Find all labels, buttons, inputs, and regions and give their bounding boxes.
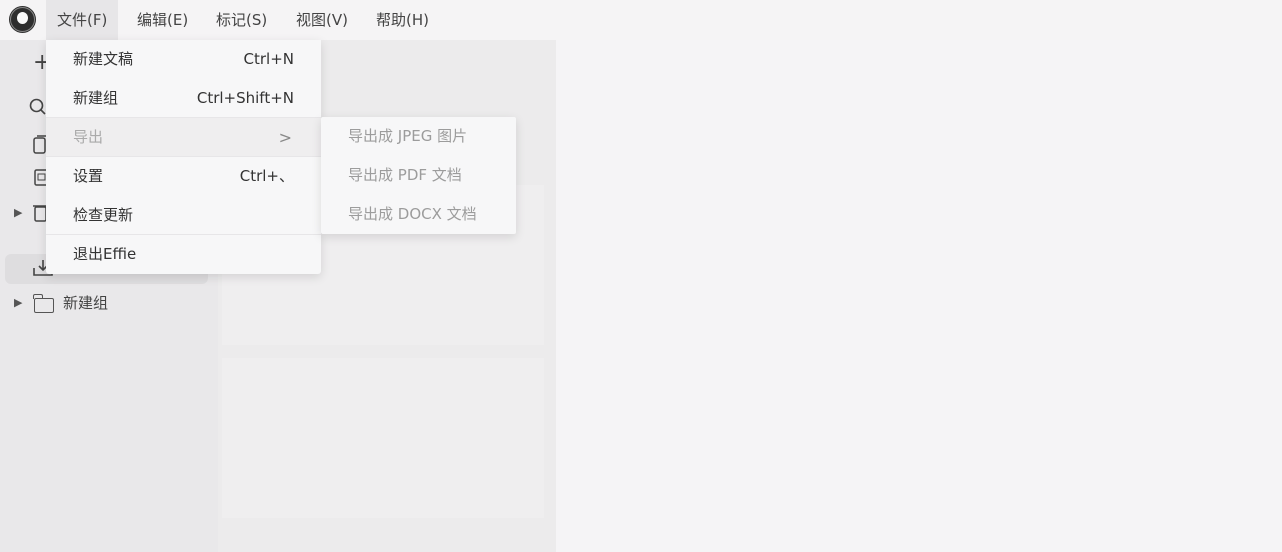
search-icon[interactable] [29, 98, 47, 121]
menu-item-new-group[interactable]: 新建组 Ctrl+Shift+N [46, 79, 321, 118]
app-logo-icon[interactable] [9, 6, 36, 33]
chevron-right-icon: > [278, 128, 292, 147]
menu-item-export-docx[interactable]: 导出成 DOCX 文档 [321, 195, 516, 234]
list-item[interactable] [222, 358, 544, 518]
menu-edit[interactable]: 编辑(E) [126, 0, 199, 40]
export-submenu: 导出成 JPEG 图片 导出成 PDF 文档 导出成 DOCX 文档 [321, 117, 516, 234]
expand-triangle-icon[interactable]: ▶ [14, 198, 22, 228]
menubar: 文件(F) 编辑(E) 标记(S) 视图(V) 帮助(H) [0, 0, 1282, 40]
sidebar-item-group[interactable]: ▶ 新建组 [0, 288, 218, 318]
editor-pane[interactable] [556, 40, 1282, 552]
menu-file[interactable]: 文件(F) [46, 0, 119, 40]
folder-icon [33, 294, 54, 313]
menu-view[interactable]: 视图(V) [285, 0, 359, 40]
menu-item-export-jpeg[interactable]: 导出成 JPEG 图片 [321, 117, 516, 156]
menu-item-new-document[interactable]: 新建文稿 Ctrl+N [46, 40, 321, 79]
menu-help[interactable]: 帮助(H) [365, 0, 440, 40]
sidebar-item-label: 新建组 [63, 294, 109, 312]
menu-item-settings[interactable]: 设置 Ctrl+、 [46, 157, 321, 196]
menu-item-export[interactable]: 导出 > [46, 118, 321, 157]
menu-item-export-pdf[interactable]: 导出成 PDF 文档 [321, 156, 516, 195]
menu-item-quit[interactable]: 退出Effie [46, 235, 321, 274]
menu-mark[interactable]: 标记(S) [205, 0, 278, 40]
file-menu-dropdown: 新建文稿 Ctrl+N 新建组 Ctrl+Shift+N 导出 > 设置 Ctr… [46, 40, 321, 274]
menu-item-check-updates[interactable]: 检查更新 [46, 196, 321, 235]
expand-triangle-icon[interactable]: ▶ [14, 288, 22, 318]
